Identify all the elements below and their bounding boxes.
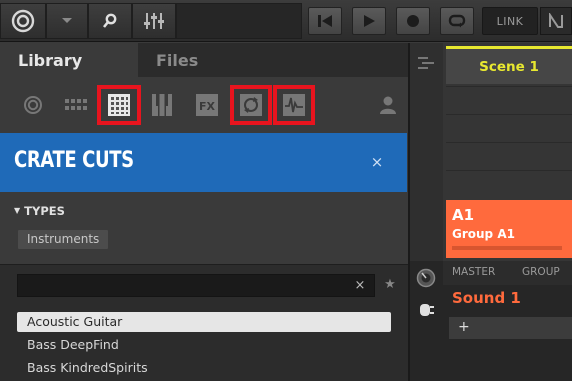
mixer-toggle-button[interactable] [132,3,176,39]
one-shot-icon [283,94,305,116]
sound-name[interactable]: Sound 1 [452,289,521,307]
collapse-triangle-icon: ▼ [14,206,21,215]
favorites-star-button[interactable]: ★ [380,275,400,295]
ni-logo-icon [549,13,563,28]
filter-effects[interactable]: FX [191,91,223,119]
search-clear-button[interactable]: × [350,276,370,296]
group-name: Group A1 [452,227,515,241]
browser-toggle-button[interactable] [88,3,132,39]
instrument-icon [65,99,87,110]
skip-back-icon [318,15,332,27]
grid-line [446,142,572,143]
play-icon [364,15,375,27]
group-icon [108,94,130,116]
link-label: LINK [496,14,524,28]
filter-sounds[interactable] [146,91,178,119]
filter-groups[interactable] [97,85,141,125]
plugin-view-toggle[interactable] [416,300,436,320]
user-content-toggle[interactable] [372,91,404,119]
record-icon [407,15,419,27]
ideas-view-icon [418,57,434,69]
list-item[interactable]: Bass DeepFind [17,335,391,355]
product-title: CRATE CUTS [14,148,134,173]
play-button[interactable] [352,7,386,35]
all-instances-icon [24,96,42,114]
tab-group[interactable]: GROUP [522,266,560,278]
search-input[interactable] [17,274,375,297]
loop-button[interactable] [440,7,474,35]
grid-line [446,86,572,87]
knob-icon [416,268,436,288]
filter-one-shots[interactable] [273,85,315,125]
browser-tabs: Library Files [0,43,408,77]
filter-loops[interactable] [230,85,272,125]
ni-logo-button[interactable] [540,7,572,35]
loop-icon [240,94,262,116]
tab-master[interactable]: MASTER [452,266,495,278]
grid-line [446,170,572,171]
filter-instruments[interactable] [60,91,92,119]
results-list: Acoustic Guitar Bass DeepFind Bass Kindr… [0,306,408,381]
list-item[interactable]: Bass KindredSpirits [17,358,391,378]
sound-icon [152,94,172,116]
types-header[interactable]: ▼ TYPES [14,204,65,218]
chevron-down-icon [62,18,72,23]
knob-view-toggle[interactable] [416,268,436,288]
maschine-logo-button[interactable] [0,3,46,39]
group-id: A1 [452,206,475,224]
add-plugin-slot[interactable]: + [449,317,572,339]
group-level-bar [452,246,562,250]
group-a1-slot[interactable]: A1 Group A1 [446,200,572,258]
menu-dropdown-button[interactable] [46,3,88,39]
types-section: ▼ TYPES Instruments [0,192,408,264]
scene-label: Scene 1 [479,58,539,75]
list-item[interactable]: Acoustic Guitar [17,312,391,332]
types-header-label: TYPES [24,204,65,218]
product-close-button[interactable]: × [366,151,388,173]
plug-icon [420,304,434,316]
effect-icon: FX [196,94,218,116]
search-bar: × ★ [0,264,408,306]
type-tag-instruments[interactable]: Instruments [18,230,109,249]
top-toolbar: LINK [0,0,572,42]
tab-library-label: Library [18,50,83,70]
restart-button[interactable] [308,7,342,35]
content-type-selector: FX [0,77,408,132]
record-button[interactable] [396,7,430,35]
filter-all-instances[interactable] [17,91,49,119]
tab-files[interactable]: Files [138,43,408,77]
user-icon [380,96,396,114]
link-button[interactable]: LINK [482,7,538,35]
maschine-logo-icon [11,9,35,33]
svg-text:FX: FX [199,100,216,113]
tab-library[interactable]: Library [0,43,138,77]
loop-icon [448,14,466,28]
mixer-icon [144,13,164,29]
grid-line [446,114,572,115]
search-icon [102,13,117,28]
scene-1-tab[interactable]: Scene 1 [446,46,572,84]
add-label: + [458,319,470,335]
tab-files-label: Files [156,50,199,70]
product-banner[interactable]: CRATE CUTS × [0,133,407,192]
display-area [176,3,302,39]
